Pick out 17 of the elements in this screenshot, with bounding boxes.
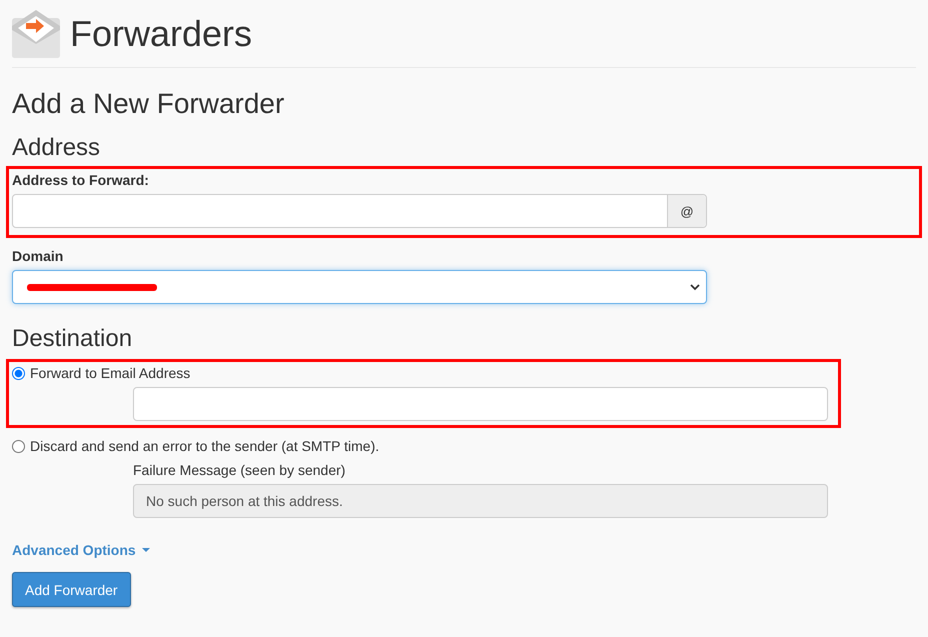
address-input-field[interactable]: @ [12, 194, 707, 228]
add-forwarder-button[interactable]: Add Forwarder [12, 572, 131, 607]
domain-select[interactable] [12, 270, 707, 304]
option-label[interactable]: Forward to Email Address [30, 365, 190, 381]
envelope-icon [12, 10, 60, 58]
chevron-down-icon [690, 284, 700, 290]
field-label: Address to Forward: [12, 172, 150, 188]
radio-button[interactable] [12, 366, 25, 380]
form-title: Add a New Forwarder [12, 88, 286, 120]
at-addon: @ [667, 195, 706, 227]
email-input-field[interactable] [133, 387, 828, 421]
field-label: Domain [12, 248, 64, 264]
section-heading: Destination [12, 325, 134, 353]
page-title: Forwarders [70, 13, 252, 55]
field-label: Failure Message (seen by sender) [133, 462, 346, 478]
section-heading: Address [12, 134, 102, 162]
caret-icon [142, 548, 150, 552]
